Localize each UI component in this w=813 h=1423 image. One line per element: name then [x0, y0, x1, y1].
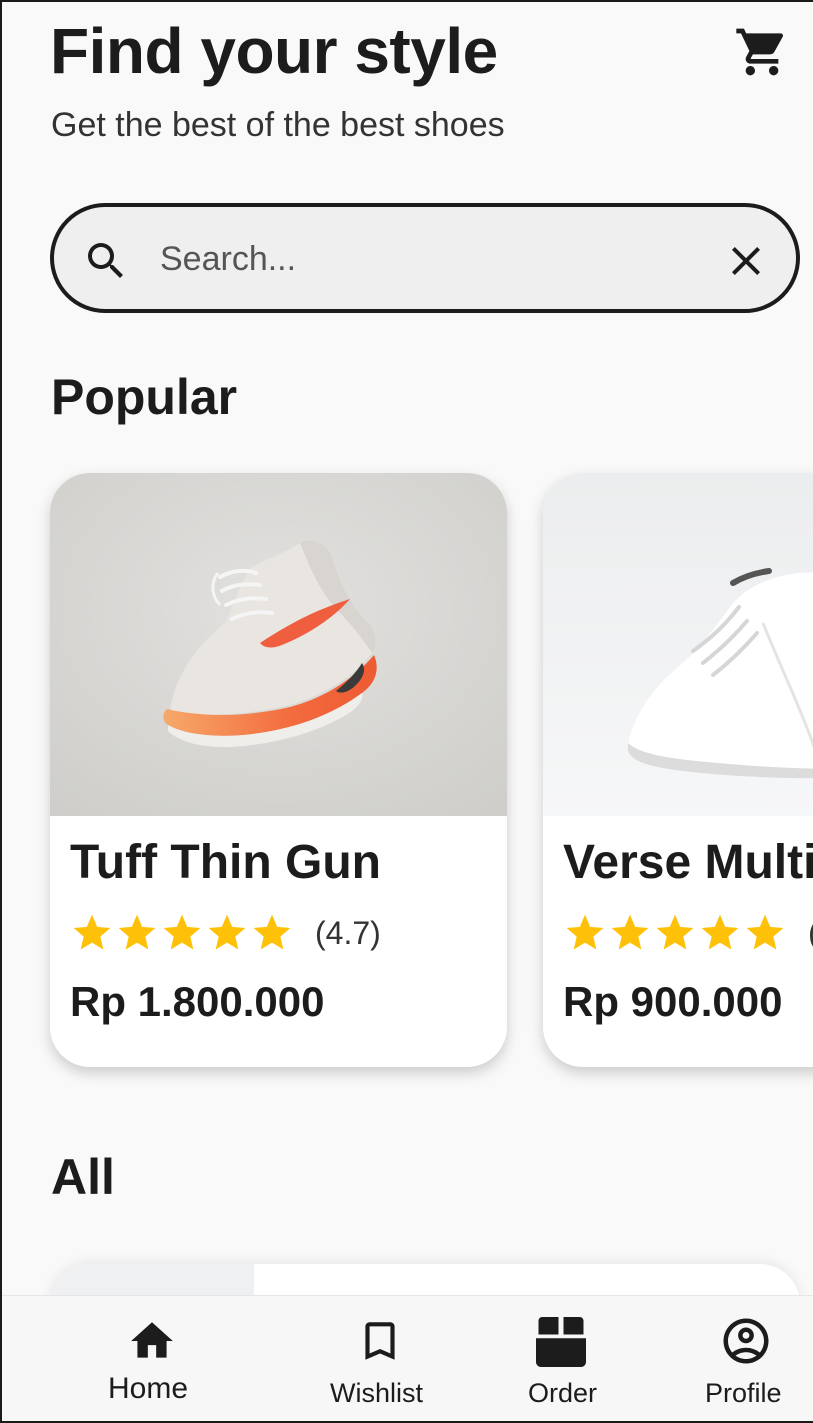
rating-stars: (	[563, 911, 813, 955]
page-subtitle: Get the best of the best shoes	[51, 106, 505, 144]
bottom-navigation: Home Wishlist Order Profile	[2, 1295, 813, 1421]
all-section-title: All	[51, 1149, 115, 1205]
home-icon	[131, 1322, 173, 1358]
star-icon	[701, 914, 739, 950]
box-icon	[536, 1317, 586, 1367]
star-icon	[73, 914, 111, 950]
product-name: Verse Multi	[563, 836, 813, 889]
nav-label-order: Order	[528, 1378, 598, 1408]
product-image	[50, 473, 507, 816]
product-name: Tuff Thin Gun	[70, 836, 381, 889]
nav-item-home[interactable]: Home	[97, 1296, 207, 1421]
star-icon	[746, 914, 784, 950]
nav-label-wishlist: Wishlist	[330, 1378, 423, 1408]
bookmark-icon	[365, 1322, 395, 1360]
nav-item-profile[interactable]: Profile	[697, 1296, 797, 1421]
app-screen: Find your style Get the best of the best…	[0, 0, 813, 1423]
nav-label-home: Home	[108, 1372, 189, 1405]
rating-value: (	[808, 915, 813, 952]
star-icon	[611, 914, 649, 950]
product-card[interactable]: Tuff Thin Gun (4.7) Rp 1.800.000	[50, 473, 507, 1067]
product-card[interactable]: Verse Multi ( Rp 900.000	[543, 473, 813, 1067]
shopping-cart-icon[interactable]	[734, 24, 790, 80]
search-bar[interactable]	[50, 203, 800, 313]
star-icon	[118, 914, 156, 950]
rating-stars: (4.7)	[70, 911, 381, 955]
star-icon	[566, 914, 604, 950]
star-icon	[253, 914, 291, 950]
account-circle-icon	[723, 1318, 769, 1364]
close-icon[interactable]	[722, 237, 770, 285]
nav-item-order[interactable]: Order	[517, 1296, 607, 1421]
search-input[interactable]	[160, 235, 680, 283]
star-icon	[656, 914, 694, 950]
product-price: Rp 900.000	[563, 978, 783, 1025]
nav-item-wishlist[interactable]: Wishlist	[322, 1296, 437, 1421]
product-image	[543, 473, 813, 816]
popular-section-title: Popular	[51, 369, 238, 425]
nav-label-profile: Profile	[705, 1378, 782, 1408]
star-icon	[163, 914, 201, 950]
star-icon	[208, 914, 246, 950]
search-icon	[88, 243, 123, 278]
product-price: Rp 1.800.000	[70, 978, 325, 1025]
rating-value: (4.7)	[315, 914, 381, 951]
page-title: Find your style	[50, 15, 498, 87]
